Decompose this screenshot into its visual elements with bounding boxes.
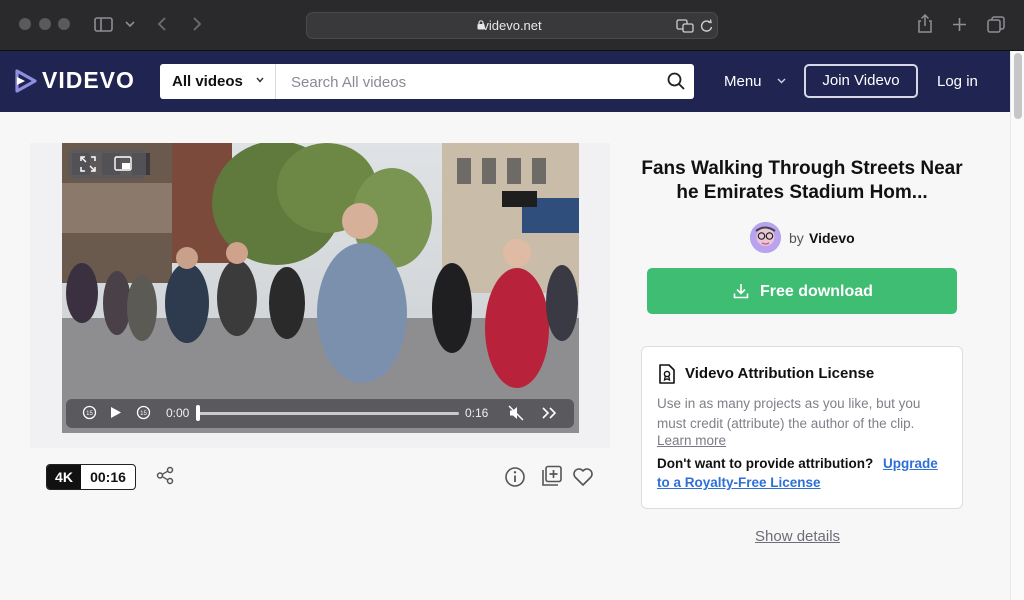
heart-icon[interactable]: [572, 466, 594, 488]
search-category-label: All videos: [172, 73, 243, 90]
menu-dropdown[interactable]: Menu: [724, 73, 762, 90]
scrollbar-thumb[interactable]: [1014, 53, 1022, 119]
resolution-duration-badge: 4K 00:16: [46, 464, 136, 490]
tab-overview-icon[interactable]: [987, 16, 1005, 33]
resolution-label: 4K: [47, 465, 81, 489]
video-player[interactable]: [62, 143, 579, 433]
tab-group-chevron-icon[interactable]: [125, 20, 135, 28]
video-top-controls: [68, 149, 146, 179]
picture-in-picture-icon[interactable]: [114, 156, 132, 171]
forward-icon[interactable]: [192, 16, 202, 32]
info-icon[interactable]: [504, 466, 526, 488]
author-avatar[interactable]: [750, 222, 781, 253]
back-icon[interactable]: [157, 16, 167, 32]
current-time: 0:00: [166, 406, 190, 420]
clip-length-label: 00:16: [90, 469, 126, 485]
page-scrollbar[interactable]: [1010, 51, 1024, 600]
author-name-link[interactable]: Videvo: [809, 230, 855, 246]
royalty-free-license-link[interactable]: to a Royalty-Free License: [657, 475, 821, 490]
share-icon[interactable]: [917, 14, 933, 33]
svg-text:15: 15: [86, 411, 93, 417]
upgrade-link[interactable]: Upgrade: [883, 456, 938, 471]
minimize-window-button[interactable]: [39, 18, 51, 30]
clip-title: Fans Walking Through Streets Near he Emi…: [641, 158, 963, 203]
license-title: Videvo Attribution License: [685, 365, 875, 382]
duration-time: 0:16: [465, 406, 489, 420]
progress-bar[interactable]: [198, 412, 459, 415]
play-icon[interactable]: [110, 406, 122, 419]
url-text: videvo.net: [482, 18, 542, 33]
search-bar: All videos: [160, 64, 694, 99]
download-icon: [733, 284, 749, 299]
close-window-button[interactable]: [19, 18, 31, 30]
license-description: Use in as many projects as you like, but…: [657, 396, 921, 431]
share-clip-icon[interactable]: [156, 466, 175, 485]
playback-speed-icon[interactable]: [542, 407, 558, 419]
new-tab-icon[interactable]: [952, 17, 967, 32]
show-details-link[interactable]: Show details: [755, 528, 840, 545]
attribution-question: Don't want to provide attribution?: [657, 456, 874, 471]
search-icon[interactable]: [667, 72, 685, 90]
videvo-logo-icon[interactable]: [15, 69, 37, 93]
add-to-collection-icon[interactable]: [541, 465, 563, 487]
menu-chevron-down-icon: [777, 78, 786, 84]
learn-more-link[interactable]: Learn more: [657, 433, 726, 448]
reload-icon[interactable]: [700, 19, 713, 33]
forward-15-icon[interactable]: 15: [136, 405, 151, 420]
browser-toolbar: videvo.net: [0, 0, 1024, 51]
free-download-label: Free download: [760, 283, 873, 300]
logo-wordmark[interactable]: VIDEVO: [42, 67, 135, 94]
join-videvo-button[interactable]: Join Videvo: [804, 64, 918, 98]
mute-icon[interactable]: [508, 405, 524, 421]
login-link[interactable]: Log in: [937, 73, 978, 90]
translate-icon[interactable]: [676, 19, 694, 33]
svg-text:15: 15: [140, 411, 147, 417]
search-input[interactable]: [291, 72, 651, 92]
chevron-down-icon: [256, 77, 264, 83]
free-download-button[interactable]: Free download: [647, 268, 957, 314]
address-bar[interactable]: videvo.net: [306, 12, 718, 39]
progress-handle[interactable]: [196, 405, 200, 421]
author-by-label: by: [789, 230, 804, 246]
rewind-15-icon[interactable]: 15: [82, 405, 97, 420]
search-category-select[interactable]: All videos: [160, 64, 276, 99]
license-document-icon: [659, 364, 675, 384]
zoom-window-button[interactable]: [58, 18, 70, 30]
sidebar-toggle-icon[interactable]: [94, 17, 113, 32]
fullscreen-icon[interactable]: [80, 156, 96, 172]
